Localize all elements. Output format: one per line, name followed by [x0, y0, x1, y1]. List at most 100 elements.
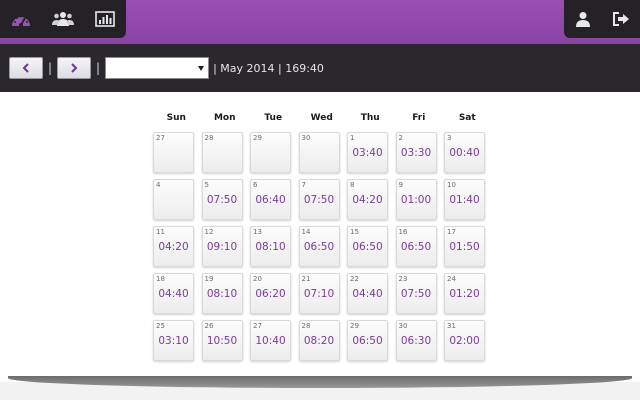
- logged-time: 01:20: [449, 288, 480, 300]
- day-number: 27: [253, 322, 262, 330]
- logged-time: 02:00: [449, 335, 480, 347]
- logged-time: 07:50: [400, 288, 432, 300]
- calendar-day-cell[interactable]: 5 07:50: [201, 179, 243, 220]
- calendar-day-cell[interactable]: 12 09:10: [201, 226, 243, 267]
- calendar-day-cell[interactable]: 1 03:40: [347, 132, 388, 173]
- day-number: 29: [350, 322, 359, 330]
- prev-month-button[interactable]: [9, 57, 43, 79]
- day-number: 26: [204, 322, 214, 330]
- calendar-day-cell[interactable]: 28: [201, 132, 243, 173]
- logged-time: 01:40: [449, 194, 480, 206]
- users-group-icon: [52, 12, 74, 26]
- logged-time: 08:20: [303, 335, 335, 347]
- calendar-day-cell[interactable]: 19 08:10: [201, 273, 243, 314]
- logged-time: 03:30: [400, 147, 432, 159]
- day-number: 25: [156, 322, 165, 330]
- calendar-day-cell[interactable]: 11 04:20: [153, 226, 194, 267]
- logged-time: 06:50: [303, 241, 335, 253]
- next-month-button[interactable]: [57, 57, 92, 79]
- calendar-day-cell[interactable]: 18 04:40: [153, 273, 194, 314]
- day-number: 30: [398, 322, 408, 330]
- weekday-header-row: Sun Mon Tue Wed Thu Fri Sat: [152, 108, 492, 128]
- dropdown-caret-icon: [198, 66, 205, 71]
- day-number: 7: [301, 181, 306, 189]
- calendar-day-cell[interactable]: 29 06:50: [347, 320, 388, 361]
- day-number: 11: [156, 228, 165, 236]
- calendar-day-cell[interactable]: 8 04:20: [347, 179, 388, 220]
- day-number: 20: [253, 275, 262, 283]
- day-number: 31: [447, 322, 456, 330]
- reports-nav-button[interactable]: [84, 0, 126, 38]
- day-number: 21: [301, 275, 311, 283]
- calendar-day-cell[interactable]: 26 10:50: [201, 320, 243, 361]
- day-number: 23: [398, 275, 408, 283]
- day-number: 28: [204, 134, 214, 142]
- separator: |: [48, 61, 53, 75]
- dashboard-nav-button[interactable]: [0, 0, 42, 38]
- user-select-dropdown[interactable]: [105, 57, 210, 79]
- calendar-day-cell[interactable]: 14 06:50: [298, 226, 340, 267]
- calendar-day-cell[interactable]: 30: [298, 132, 340, 173]
- logout-icon: [613, 12, 629, 26]
- logged-time: 04:20: [158, 241, 189, 253]
- calendar-toolbar: | | | May 2014 | 169:40: [0, 44, 640, 92]
- calendar-day-cell[interactable]: 21 07:10: [298, 273, 340, 314]
- calendar-day-cell[interactable]: 6 06:40: [250, 179, 291, 220]
- calendar-day-cell[interactable]: 27: [153, 132, 194, 173]
- calendar-day-cell[interactable]: 31 02:00: [444, 320, 485, 361]
- logged-time: 07:50: [206, 194, 238, 206]
- calendar-day-cell[interactable]: 23 07:50: [395, 273, 437, 314]
- weekday-label: Sat: [458, 113, 476, 123]
- day-number: 28: [301, 322, 311, 330]
- calendar-day-cell[interactable]: 16 06:50: [395, 226, 437, 267]
- calendar-day-cell[interactable]: 9 01:00: [395, 179, 437, 220]
- calendar-day-cell[interactable]: 25 03:10: [153, 320, 194, 361]
- calendar-day-cell[interactable]: 24 01:20: [444, 273, 485, 314]
- calendar-day-cell[interactable]: 30 06:30: [395, 320, 437, 361]
- dashboard-gauge-icon: [12, 15, 30, 27]
- day-number: 14: [301, 228, 311, 236]
- calendar-day-cell[interactable]: 7 07:50: [298, 179, 340, 220]
- weekday-label: Thu: [360, 113, 380, 123]
- day-number: 2: [398, 134, 403, 142]
- calendar-day-cell[interactable]: 20 06:20: [250, 273, 291, 314]
- day-number: 17: [447, 228, 456, 236]
- logout-button[interactable]: [602, 0, 640, 38]
- profile-button[interactable]: [564, 0, 602, 38]
- day-number: 16: [398, 228, 408, 236]
- calendar-day-cell[interactable]: 28 08:20: [298, 320, 340, 361]
- calendar-day-cell[interactable]: 13 08:10: [250, 226, 291, 267]
- day-number: 19: [204, 275, 214, 283]
- day-number: 4: [156, 181, 161, 189]
- calendar-day-cell[interactable]: 3 00:40: [444, 132, 485, 173]
- month-summary: | May 2014 | 169:40: [213, 61, 324, 75]
- day-number: 1: [350, 134, 355, 142]
- calendar-day-cell[interactable]: 15 06:50: [347, 226, 388, 267]
- calendar-day-cell[interactable]: 29: [250, 132, 291, 173]
- account-nav: [564, 0, 640, 38]
- chevron-right-icon: [71, 63, 78, 73]
- top-header: [0, 0, 640, 44]
- calendar-day-cell[interactable]: 22 04:40: [347, 273, 388, 314]
- day-number: 30: [301, 134, 311, 142]
- day-number: 18: [156, 275, 165, 283]
- day-number: 27: [156, 134, 165, 142]
- day-number: 12: [204, 228, 214, 236]
- users-nav-button[interactable]: [42, 0, 84, 38]
- logged-time: 06:20: [255, 288, 286, 300]
- calendar-day-cell[interactable]: 27 10:40: [250, 320, 291, 361]
- calendar-day-cell[interactable]: 10 01:40: [444, 179, 485, 220]
- bar-chart-icon: [95, 11, 115, 27]
- logged-time: 10:40: [255, 335, 286, 347]
- calendar-day-cell[interactable]: 17 01:50: [444, 226, 485, 267]
- calendar-day-cell[interactable]: 2 03:30: [395, 132, 437, 173]
- logged-time: 06:50: [352, 241, 383, 253]
- logged-time: 04:40: [158, 288, 189, 300]
- calendar-day-cell[interactable]: 4: [153, 179, 194, 220]
- logged-time: 06:40: [255, 194, 286, 206]
- day-number: 29: [253, 134, 262, 142]
- logged-time: 06:50: [352, 335, 383, 347]
- user-profile-icon: [576, 12, 590, 27]
- day-number: 24: [447, 275, 456, 283]
- separator: |: [96, 61, 101, 75]
